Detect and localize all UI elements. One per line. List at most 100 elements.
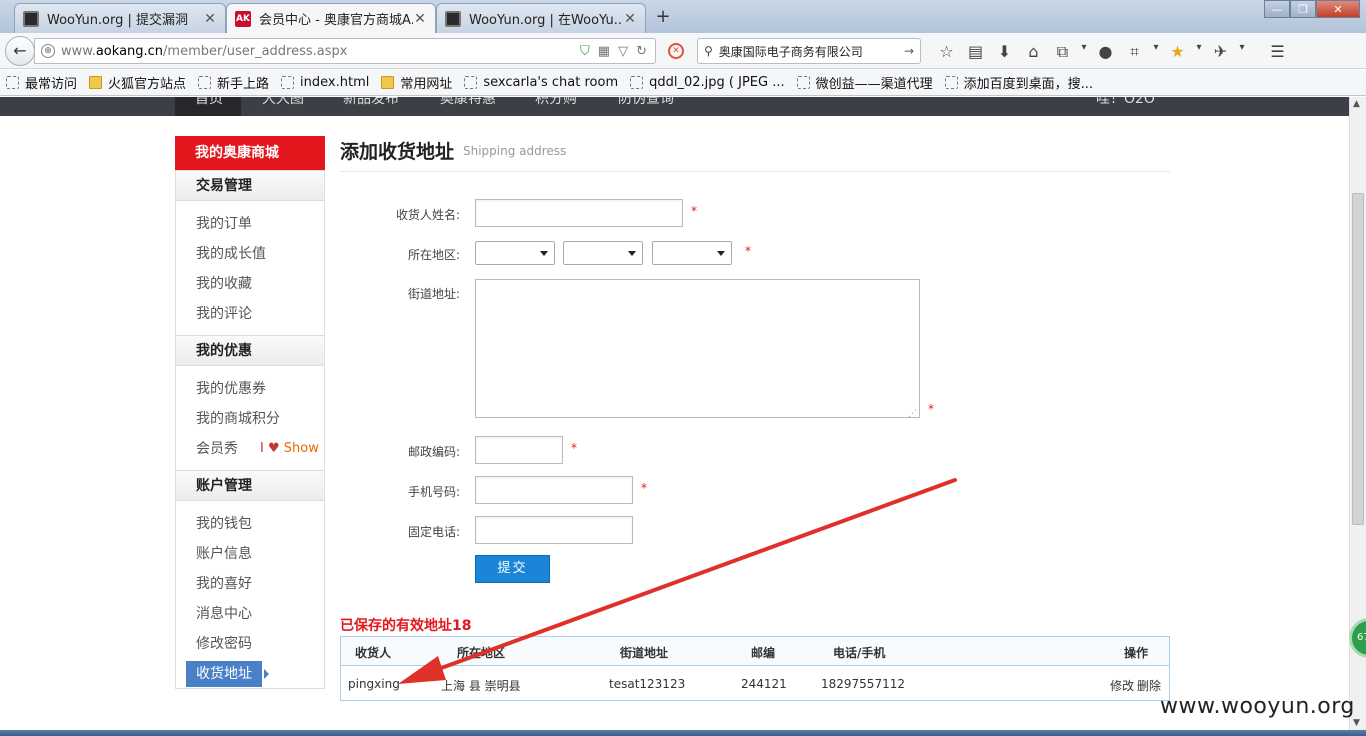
site-nav-item[interactable]: 奥康特惠 bbox=[440, 97, 496, 108]
menu-dropdown-icon[interactable]: ▾ bbox=[1235, 42, 1249, 62]
mobile-label: 手机号码: bbox=[407, 485, 460, 499]
tab-wooyun-2[interactable]: WooYun.org | 在WooYu... ✕ bbox=[436, 3, 646, 33]
sidebar-item-preferences[interactable]: 我的喜好 bbox=[176, 569, 324, 599]
page-title: 添加收货地址 bbox=[340, 141, 455, 163]
bookmark-item[interactable]: sexcarla's chat room bbox=[464, 75, 618, 90]
windows-taskbar bbox=[0, 730, 1366, 736]
sidebar-item-wallet[interactable]: 我的钱包 bbox=[176, 509, 324, 539]
sidebar-item-member-show[interactable]: 会员秀 I ♥ Show bbox=[176, 434, 324, 464]
shield-icon[interactable]: ⛉ bbox=[580, 44, 590, 59]
share-icon[interactable]: ⧉ bbox=[1048, 42, 1077, 62]
bookmark-item[interactable]: 火狐官方站点 bbox=[89, 73, 186, 92]
close-icon[interactable]: ✕ bbox=[203, 11, 217, 27]
district-select[interactable] bbox=[652, 241, 732, 265]
site-nav-greeting: 哇！O2O bbox=[1096, 97, 1155, 107]
column-header: 操作 bbox=[1124, 646, 1149, 660]
sidebar-item-growth[interactable]: 我的成长值 bbox=[176, 239, 324, 269]
close-icon[interactable]: ✕ bbox=[623, 11, 637, 27]
sidebar-item-shipping-address[interactable]: 收货地址 bbox=[176, 659, 324, 689]
heart-icon: ♥ bbox=[267, 441, 280, 456]
search-text: 奥康国际电子商务有限公司 bbox=[718, 44, 863, 59]
sidebar-item-orders[interactable]: 我的订单 bbox=[176, 209, 324, 239]
site-nav-item[interactable]: 积分购 bbox=[535, 97, 577, 108]
bookmark-item[interactable]: index.html bbox=[281, 75, 369, 90]
submit-button[interactable]: 提交 bbox=[475, 555, 550, 583]
close-icon[interactable]: ✕ bbox=[413, 11, 427, 27]
menu-dropdown-icon[interactable]: ▾ bbox=[1149, 42, 1163, 62]
column-header: 街道地址 bbox=[620, 646, 669, 660]
search-go-icon[interactable]: → bbox=[904, 44, 914, 58]
maximize-icon[interactable]: ❐ bbox=[1290, 0, 1316, 18]
bookmark-item[interactable]: 常用网址 bbox=[381, 73, 452, 92]
browser-navbar: ⊕ www.aokang.cn/member/user_address.aspx… bbox=[0, 33, 1366, 69]
site-nav: 首页 大大图 新品发布 奥康特惠 积分购 防伪查询 哇！O2O bbox=[0, 97, 1349, 116]
adblock-icon[interactable]: ✕ bbox=[668, 43, 684, 59]
menu-dropdown-icon[interactable]: ▾ bbox=[1077, 42, 1091, 62]
aokang-favicon-icon: AK bbox=[235, 10, 251, 27]
site-nav-item[interactable]: 大大图 bbox=[262, 97, 304, 108]
zip-code-field[interactable] bbox=[475, 436, 563, 464]
edit-link[interactable]: 修改 bbox=[1110, 677, 1134, 694]
street-address-textarea[interactable] bbox=[475, 279, 920, 419]
landline-field[interactable] bbox=[475, 516, 633, 544]
favorite-star-icon[interactable]: ★ bbox=[1163, 42, 1192, 62]
bookmark-item[interactable]: 新手上路 bbox=[198, 73, 269, 92]
divider bbox=[340, 171, 1170, 172]
menu-dropdown-icon[interactable]: ▾ bbox=[1192, 42, 1206, 62]
url-text[interactable]: www.aokang.cn/member/user_address.aspx bbox=[61, 44, 580, 59]
required-mark: * bbox=[571, 441, 577, 455]
scroll-thumb[interactable] bbox=[1352, 193, 1364, 525]
bookmark-item[interactable]: 微创益——渠道代理 bbox=[796, 73, 933, 92]
sidebar-item-messages[interactable]: 消息中心 bbox=[176, 599, 324, 629]
bookmark-item[interactable]: 添加百度到桌面，搜... bbox=[944, 73, 1093, 92]
tab-member-center[interactable]: AK 会员中心 - 奥康官方商城A... ✕ bbox=[226, 3, 436, 33]
search-input[interactable]: ⚲ 奥康国际电子商务有限公司 → bbox=[697, 38, 921, 64]
sidebar-header[interactable]: 我的奥康商城 bbox=[175, 136, 325, 170]
hamburger-menu-icon[interactable]: ☰ bbox=[1263, 42, 1292, 62]
bookmark-item[interactable]: 最常访问 bbox=[6, 73, 77, 92]
city-select[interactable] bbox=[563, 241, 643, 265]
dropdown-icon[interactable]: ▽ bbox=[618, 44, 628, 59]
sidebar-item-change-password[interactable]: 修改密码 bbox=[176, 629, 324, 659]
sidebar-item-favorites[interactable]: 我的收藏 bbox=[176, 269, 324, 299]
chat-icon[interactable]: ● bbox=[1091, 42, 1120, 62]
back-button[interactable]: ← bbox=[5, 36, 35, 66]
site-nav-item[interactable]: 新品发布 bbox=[343, 97, 399, 108]
cell-phone: 18297557112 bbox=[821, 677, 905, 691]
bookmark-star-icon[interactable]: ☆ bbox=[932, 42, 961, 62]
download-icon[interactable]: ⬇ bbox=[990, 42, 1019, 62]
sidebar-section-title: 交易管理 bbox=[176, 170, 324, 201]
page-subtitle: Shipping address bbox=[463, 144, 567, 158]
extension-icon[interactable]: ✈ bbox=[1206, 42, 1235, 62]
page-icon bbox=[464, 76, 478, 89]
close-window-icon[interactable]: ✕ bbox=[1316, 0, 1360, 18]
sidebar-item-coupons[interactable]: 我的优惠券 bbox=[176, 374, 324, 404]
column-header: 电话/手机 bbox=[833, 646, 886, 660]
reader-icon[interactable]: ▤ bbox=[961, 42, 990, 62]
scroll-up-icon[interactable]: ▲ bbox=[1353, 99, 1360, 109]
mobile-field[interactable] bbox=[475, 476, 633, 504]
bookmark-item[interactable]: qddl_02.jpg ( JPEG ... bbox=[630, 75, 785, 90]
sidebar-item-account-info[interactable]: 账户信息 bbox=[176, 539, 324, 569]
sidebar-section-title: 账户管理 bbox=[176, 470, 324, 501]
qr-code-icon[interactable]: ▦ bbox=[598, 44, 610, 59]
province-select[interactable] bbox=[475, 241, 555, 265]
name-label: 收货人姓名: bbox=[395, 208, 460, 222]
recipient-name-field[interactable] bbox=[475, 199, 683, 227]
scroll-down-icon[interactable]: ▼ bbox=[1353, 718, 1360, 728]
sidebar-item-points[interactable]: 我的商城积分 bbox=[176, 404, 324, 434]
crop-icon[interactable]: ⌗ bbox=[1120, 42, 1149, 62]
region-label: 所在地区: bbox=[407, 248, 460, 262]
tab-wooyun-submit[interactable]: WooYun.org | 提交漏洞 ✕ bbox=[14, 3, 226, 33]
home-icon[interactable]: ⌂ bbox=[1019, 42, 1048, 62]
sidebar-item-reviews[interactable]: 我的评论 bbox=[176, 299, 324, 329]
saved-addresses-title: 已保存的有效地址18 bbox=[340, 618, 472, 634]
site-nav-item[interactable]: 首页 bbox=[195, 97, 223, 108]
url-bar[interactable]: ⊕ www.aokang.cn/member/user_address.aspx… bbox=[34, 38, 656, 64]
site-nav-item[interactable]: 防伪查询 bbox=[618, 97, 674, 108]
minimize-icon[interactable]: — bbox=[1264, 0, 1290, 18]
new-tab-icon[interactable]: + bbox=[652, 6, 674, 27]
required-mark: * bbox=[641, 481, 647, 495]
delete-link[interactable]: 删除 bbox=[1137, 677, 1161, 694]
reload-icon[interactable]: ↻ bbox=[636, 44, 647, 59]
